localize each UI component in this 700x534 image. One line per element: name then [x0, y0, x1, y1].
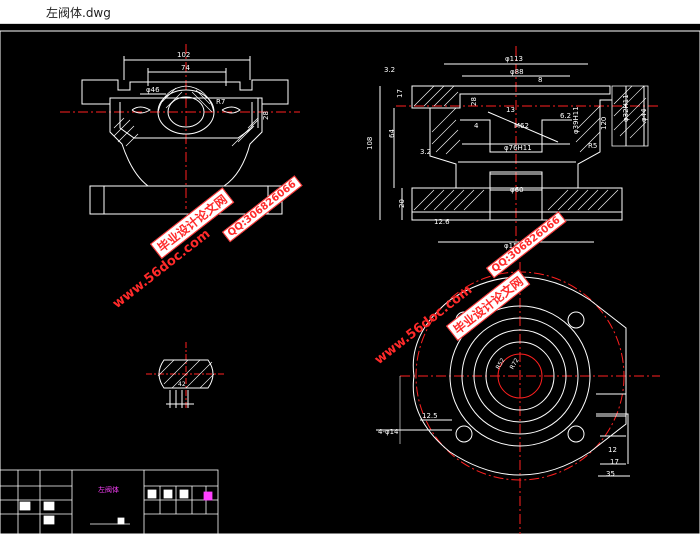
dim-12-6: 12.6: [434, 218, 450, 226]
dim-4-phi14: 4-φ14: [378, 428, 399, 436]
dim-35: 35: [606, 470, 615, 478]
dim-4: 4: [474, 122, 479, 130]
cad-drawing: 102 74 φ46 R7 28 φ113 φ88 3.2 17 8 28 13…: [0, 30, 700, 534]
dim-12-5: 12.5: [422, 412, 438, 420]
dim-m62: M62: [514, 122, 529, 130]
section-view: φ113 φ88 3.2 17 8 28 13 4 M62 6.2 φ76H11…: [366, 46, 660, 258]
dim-r7: R7: [216, 98, 225, 106]
dim-3-2: 3.2: [384, 66, 395, 74]
dim-phi76: φ76H11: [504, 144, 532, 152]
dim-8: 8: [538, 76, 542, 84]
dim-phi113: φ113: [505, 55, 523, 63]
dim-74: 74: [181, 64, 190, 72]
dim-3-3: 3.2: [420, 148, 431, 156]
dim-108: 108: [366, 137, 374, 150]
dim-phi39: φ39H11: [572, 106, 580, 134]
dim-l2: 12: [608, 446, 617, 454]
dim-r72: R72: [509, 357, 521, 371]
detail-section: 42: [146, 342, 224, 408]
dim-phi46: φ46: [146, 86, 160, 94]
part-name: 左阀体: [98, 485, 119, 494]
front-view: 102 74 φ46 R7 28: [60, 44, 300, 215]
dim-64: 64: [388, 129, 396, 138]
dim-17: 17: [396, 89, 404, 98]
dim-phi32: φ32H11: [622, 94, 630, 122]
dim-phi60: φ60: [510, 186, 524, 194]
dim-phi88: φ88: [510, 68, 524, 76]
dim-28b: 28: [470, 97, 478, 106]
title-bar: 左阀体.dwg: [0, 0, 700, 24]
dim-20: 20: [398, 199, 406, 208]
dim-phi44: φ44: [640, 108, 648, 122]
dim-13: 13: [506, 106, 515, 114]
top-view: R52 R72 12.5 4-φ14 12 17 35: [376, 262, 660, 534]
dim-28: 28: [262, 111, 270, 120]
dim-r52: R52: [495, 357, 507, 371]
window-title: 左阀体.dwg: [46, 6, 111, 20]
dim-102: 102: [177, 51, 190, 59]
dim-r5: R5: [588, 142, 597, 150]
cad-drawing-viewport[interactable]: 102 74 φ46 R7 28 φ113 φ88 3.2 17 8 28 13…: [0, 24, 700, 534]
dim-42: 42: [178, 381, 186, 388]
dim-l7: 17: [610, 458, 619, 466]
dim-120: 120: [600, 117, 608, 130]
dim-6-2: 6.2: [560, 112, 571, 120]
title-block: 左阀体: [0, 469, 219, 534]
